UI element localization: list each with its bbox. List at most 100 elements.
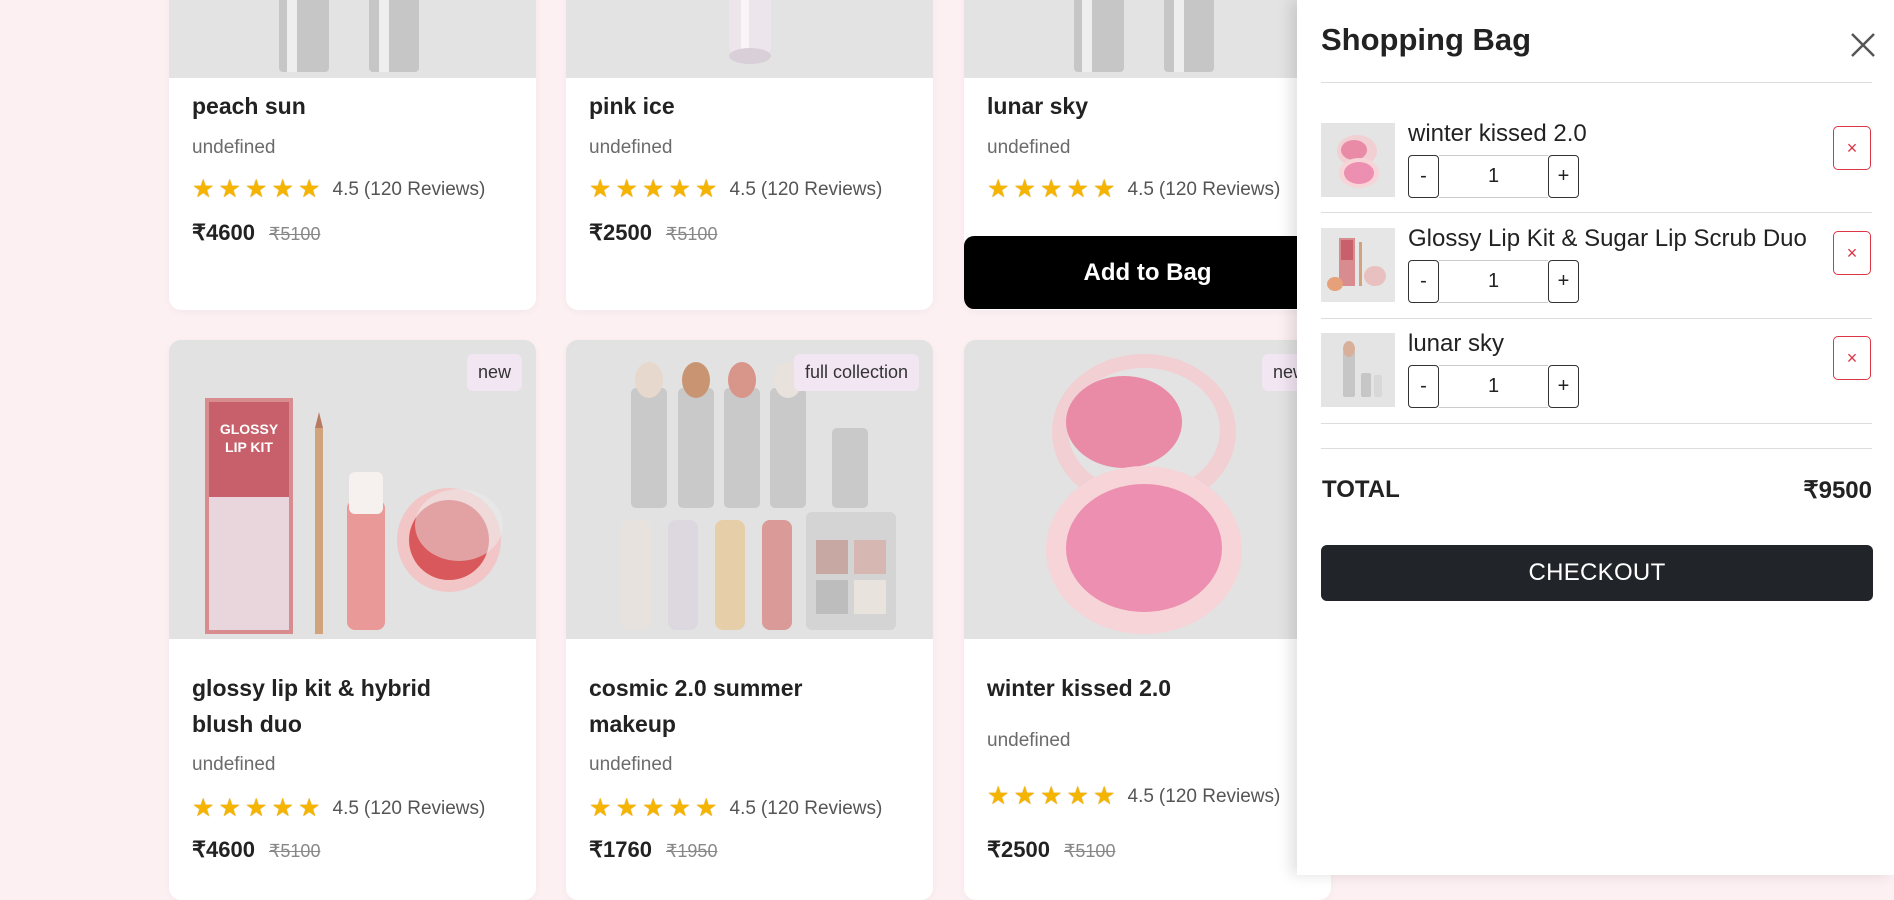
current-price: ₹4600 <box>192 220 255 245</box>
quantity-stepper: - + <box>1408 365 1579 408</box>
product-subtitle: undefined <box>589 137 673 158</box>
star-icon: ★ <box>298 794 321 822</box>
original-price: ₹5100 <box>665 224 718 244</box>
increase-button[interactable]: + <box>1548 365 1579 408</box>
remove-item-button[interactable]: × <box>1833 231 1871 275</box>
product-card[interactable]: new winter kissed 2.0 undefined ★ ★ ★ ★ … <box>964 340 1331 900</box>
bag-item-name: winter kissed 2.0 <box>1408 120 1587 147</box>
current-price: ₹2500 <box>589 220 652 245</box>
star-icon: ★ <box>245 175 268 203</box>
star-icon: ★ <box>192 794 215 822</box>
decrease-button[interactable]: - <box>1408 365 1439 408</box>
review-count: (120 Reviews) <box>760 178 883 200</box>
rating-value: 4.5 <box>729 178 756 200</box>
product-name[interactable]: cosmic 2.0 summer makeup <box>589 670 889 742</box>
rating-value: 4.5 <box>729 797 756 819</box>
bag-item: Glossy Lip Kit & Sugar Lip Scrub Duo - +… <box>1321 215 1872 320</box>
add-to-bag-button[interactable]: Add to Bag <box>964 236 1331 309</box>
product-image: full collection <box>566 340 933 639</box>
original-price: ₹5100 <box>268 224 321 244</box>
star-icon: ★ <box>1066 175 1089 203</box>
bag-item: lunar sky - + × <box>1321 320 1872 425</box>
svg-text:GLOSSY: GLOSSY <box>220 421 279 437</box>
star-icon: ★ <box>987 175 1010 203</box>
star-icon: ★ <box>1040 175 1063 203</box>
bag-item-thumbnail <box>1321 123 1395 197</box>
review-count: (120 Reviews) <box>363 178 486 200</box>
product-image: GLOSSY LIP KIT new <box>169 340 536 639</box>
product-rating: ★ ★ ★ ★ ★ 4.5 (120 Reviews) <box>589 177 882 202</box>
product-name[interactable]: pink ice <box>589 88 675 124</box>
product-rating: ★ ★ ★ ★ ★ 4.5 (120 Reviews) <box>987 784 1280 809</box>
product-card[interactable]: peach sun undefined ★ ★ ★ ★ ★ 4.5 (120 R… <box>169 0 536 310</box>
product-price: ₹2500 ₹5100 <box>987 837 1115 863</box>
divider <box>1321 448 1872 449</box>
product-badge: new <box>466 354 522 391</box>
divider <box>1321 423 1872 424</box>
bag-item-thumbnail <box>1321 333 1395 407</box>
review-count: (120 Reviews) <box>363 797 486 819</box>
close-icon[interactable] <box>1848 30 1878 60</box>
product-price: ₹4600 ₹5100 <box>192 837 320 863</box>
star-icon: ★ <box>589 175 612 203</box>
quantity-stepper: - + <box>1408 260 1579 303</box>
remove-item-button[interactable]: × <box>1833 126 1871 170</box>
product-subtitle: undefined <box>192 137 276 158</box>
star-icon: ★ <box>615 175 638 203</box>
product-price: ₹2500 ₹5100 <box>589 220 717 246</box>
product-subtitle: undefined <box>987 730 1071 751</box>
product-card[interactable]: GLOSSY LIP KIT new glossy lip kit & hybr… <box>169 340 536 900</box>
product-badge: full collection <box>793 354 919 391</box>
star-icon: ★ <box>1093 782 1116 810</box>
decrease-button[interactable]: - <box>1408 260 1439 303</box>
star-icon: ★ <box>642 175 665 203</box>
star-icon: ★ <box>1013 782 1036 810</box>
star-icon: ★ <box>298 175 321 203</box>
increase-button[interactable]: + <box>1548 260 1579 303</box>
bag-item-name: lunar sky <box>1408 330 1505 357</box>
decrease-button[interactable]: - <box>1408 155 1439 198</box>
product-image <box>169 0 536 78</box>
product-card[interactable]: pink ice undefined ★ ★ ★ ★ ★ 4.5 (120 Re… <box>566 0 933 310</box>
remove-item-button[interactable]: × <box>1833 336 1871 380</box>
total-value: ₹9500 <box>1803 477 1872 504</box>
quantity-input[interactable] <box>1439 155 1548 198</box>
product-rating: ★ ★ ★ ★ ★ 4.5 (120 Reviews) <box>589 796 882 821</box>
current-price: ₹1760 <box>589 837 652 862</box>
product-rating: ★ ★ ★ ★ ★ 4.5 (120 Reviews) <box>987 177 1280 202</box>
original-price: ₹5100 <box>1063 841 1116 861</box>
star-icon: ★ <box>1066 782 1089 810</box>
rating-value: 4.5 <box>332 797 359 819</box>
quantity-input[interactable] <box>1439 365 1548 408</box>
product-name[interactable]: lunar sky <box>987 88 1088 124</box>
rating-value: 4.5 <box>332 178 359 200</box>
quantity-stepper: - + <box>1408 155 1579 198</box>
star-icon: ★ <box>245 794 268 822</box>
divider <box>1321 318 1872 319</box>
original-price: ₹5100 <box>268 841 321 861</box>
product-name[interactable]: peach sun <box>192 88 306 124</box>
star-icon: ★ <box>1093 175 1116 203</box>
rating-value: 4.5 <box>1127 178 1154 200</box>
star-icon: ★ <box>1040 782 1063 810</box>
review-count: (120 Reviews) <box>1158 178 1281 200</box>
star-icon: ★ <box>642 794 665 822</box>
total-label: TOTAL <box>1322 476 1400 503</box>
star-icon: ★ <box>589 794 612 822</box>
checkout-button[interactable]: CHECKOUT <box>1321 545 1873 601</box>
star-icon: ★ <box>218 794 241 822</box>
svg-text:LIP KIT: LIP KIT <box>225 439 273 455</box>
quantity-input[interactable] <box>1439 260 1548 303</box>
star-icon: ★ <box>987 782 1010 810</box>
product-name[interactable]: glossy lip kit & hybrid blush duo <box>192 670 492 742</box>
star-icon: ★ <box>695 175 718 203</box>
product-card[interactable]: full collection cosmic 2.0 summer makeup… <box>566 340 933 900</box>
increase-button[interactable]: + <box>1548 155 1579 198</box>
star-icon: ★ <box>668 175 691 203</box>
star-icon: ★ <box>271 794 294 822</box>
product-image <box>566 0 933 78</box>
divider <box>1321 212 1872 213</box>
star-icon: ★ <box>192 175 215 203</box>
product-name[interactable]: winter kissed 2.0 <box>987 670 1171 706</box>
product-card[interactable]: lunar sky undefined ★ ★ ★ ★ ★ 4.5 (120 R… <box>964 0 1331 310</box>
